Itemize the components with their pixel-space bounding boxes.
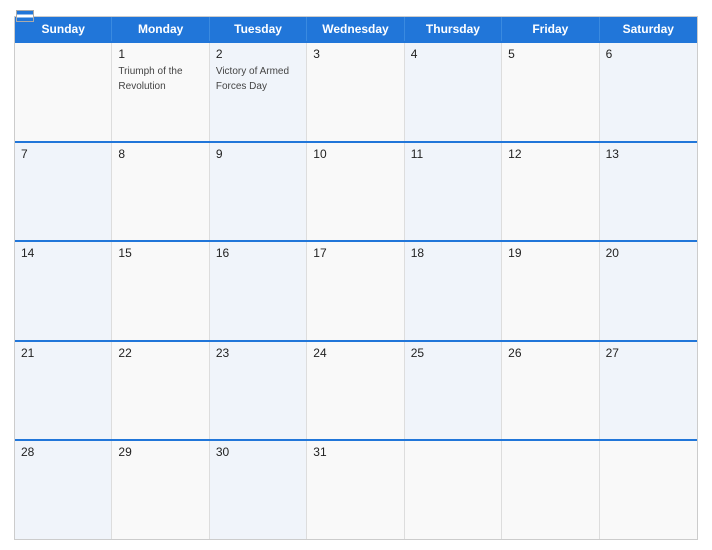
calendar-cell (15, 43, 112, 141)
calendar-cell: 27 (600, 342, 697, 440)
day-number: 2 (216, 47, 300, 61)
weekday-header-wednesday: Wednesday (307, 17, 404, 41)
day-number: 16 (216, 246, 300, 260)
calendar-week-1: 1 Triumph of the Revolution 2 Victory of Ar… (15, 41, 697, 141)
day-number: 21 (21, 346, 105, 360)
calendar-cell: 1 Triumph of the Revolution (112, 43, 209, 141)
calendar-cell: 4 (405, 43, 502, 141)
day-number: 11 (411, 147, 495, 161)
day-number: 18 (411, 246, 495, 260)
calendar-cell: 26 (502, 342, 599, 440)
day-number: 4 (411, 47, 495, 61)
calendar-cell: 18 (405, 242, 502, 340)
calendar-cell: 5 (502, 43, 599, 141)
calendar-cell: 15 (112, 242, 209, 340)
day-number: 7 (21, 147, 105, 161)
calendar-cell: 14 (15, 242, 112, 340)
weekday-header-friday: Friday (502, 17, 599, 41)
weekday-header-thursday: Thursday (405, 17, 502, 41)
day-number: 14 (21, 246, 105, 260)
day-number: 22 (118, 346, 202, 360)
day-number: 3 (313, 47, 397, 61)
calendar-cell: 16 (210, 242, 307, 340)
day-number: 25 (411, 346, 495, 360)
calendar-week-2: 789 10 11 12 13 (15, 141, 697, 241)
day-number: 24 (313, 346, 397, 360)
calendar-weekday-header: SundayMondayTuesdayWednesdayThursdayFrid… (15, 17, 697, 41)
calendar-cell: 6 (600, 43, 697, 141)
day-number: 20 (606, 246, 691, 260)
calendar-cell: 22 (112, 342, 209, 440)
calendar-cell (405, 441, 502, 539)
holiday-label: Triumph of the Revolution (118, 66, 182, 92)
calendar-cell: 28 (15, 441, 112, 539)
calendar-cell (502, 441, 599, 539)
calendar-cell: 9 (210, 143, 307, 241)
logo-flag-icon (16, 10, 34, 22)
calendar-cell: 31 (307, 441, 404, 539)
calendar-cell (600, 441, 697, 539)
calendar-cell: 20 (600, 242, 697, 340)
calendar-cell: 7 (15, 143, 112, 241)
calendar-cell: 8 (112, 143, 209, 241)
calendar-cell: 19 (502, 242, 599, 340)
day-number: 28 (21, 445, 105, 459)
day-number: 19 (508, 246, 592, 260)
holiday-label: Victory of Armed Forces Day (216, 66, 289, 92)
weekday-header-tuesday: Tuesday (210, 17, 307, 41)
day-number: 17 (313, 246, 397, 260)
calendar-page: SundayMondayTuesdayWednesdayThursdayFrid… (0, 0, 712, 550)
day-number: 23 (216, 346, 300, 360)
calendar-grid: SundayMondayTuesdayWednesdayThursdayFrid… (14, 16, 698, 540)
calendar-week-3: 14 15 16 17 18 19 20 (15, 240, 697, 340)
calendar-cell: 12 (502, 143, 599, 241)
calendar-week-4: 21 22 23 24 25 26 27 (15, 340, 697, 440)
calendar-cell: 25 (405, 342, 502, 440)
calendar-cell: 21 (15, 342, 112, 440)
day-number: 30 (216, 445, 300, 459)
calendar-cell: 2 Victory of Armed Forces Day (210, 43, 307, 141)
day-number: 5 (508, 47, 592, 61)
calendar-cell: 3 (307, 43, 404, 141)
weekday-header-saturday: Saturday (600, 17, 697, 41)
day-number: 8 (118, 147, 202, 161)
calendar-cell: 30 (210, 441, 307, 539)
calendar-cell: 17 (307, 242, 404, 340)
calendar-cell: 10 (307, 143, 404, 241)
day-number: 13 (606, 147, 691, 161)
day-number: 1 (118, 47, 202, 61)
logo (14, 10, 34, 22)
calendar-cell: 24 (307, 342, 404, 440)
day-number: 27 (606, 346, 691, 360)
day-number: 31 (313, 445, 397, 459)
calendar-week-5: 28 29 30 31 (15, 439, 697, 539)
day-number: 12 (508, 147, 592, 161)
calendar-cell: 29 (112, 441, 209, 539)
calendar-cell: 11 (405, 143, 502, 241)
calendar-body: 1 Triumph of the Revolution 2 Victory of Ar… (15, 41, 697, 539)
day-number: 6 (606, 47, 691, 61)
weekday-header-monday: Monday (112, 17, 209, 41)
day-number: 29 (118, 445, 202, 459)
calendar-cell: 23 (210, 342, 307, 440)
calendar-cell: 13 (600, 143, 697, 241)
day-number: 15 (118, 246, 202, 260)
day-number: 10 (313, 147, 397, 161)
day-number: 9 (216, 147, 300, 161)
day-number: 26 (508, 346, 592, 360)
